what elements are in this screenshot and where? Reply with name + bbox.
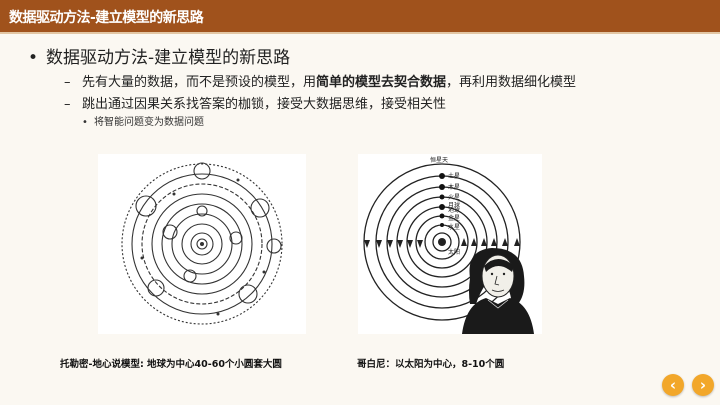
- copernicus-label: 火星: [448, 194, 460, 201]
- bullet-dot-icon: •: [28, 48, 39, 68]
- copernicus-diagram: 恒星天 土星 木星 火星 月球 地球 金星 水星 太阳: [358, 154, 542, 334]
- copernicus-label: 木星: [448, 183, 460, 191]
- copernicus-label: 土星: [448, 172, 460, 180]
- copernicus-label: 恒星天: [430, 156, 448, 164]
- sub1-bold: 简单的模型去契合数据: [316, 75, 447, 90]
- chevron-right-icon: ›: [699, 376, 707, 394]
- ptolemy-caption: 托勒密-地心说模型: 地球为中心40-60个小圆套大圆: [60, 359, 282, 370]
- chevron-left-icon: ‹: [669, 376, 677, 394]
- title-divider: [0, 32, 720, 34]
- copernicus-caption: 哥白尼：以太阳为中心，8-10个圆: [357, 359, 505, 370]
- bullet-level3: • 将智能问题变为数据问题: [82, 113, 204, 128]
- copernicus-portrait-icon: [462, 248, 534, 334]
- geocentric-model-icon: [121, 162, 283, 325]
- sub2-text: 跳出通过因果关系找答案的枷锁，接受大数据思维，接受相关性: [82, 97, 447, 112]
- heliocentric-model-icon: 恒星天 土星 木星 火星 月球 地球 金星 水星 太阳: [363, 156, 534, 334]
- bullet-level2-1: – 先有大量的数据，而不是预设的模型，用简单的模型去契合数据，再利用数据细化模型: [64, 71, 576, 90]
- sub1-suffix: ，再利用数据细化模型: [446, 75, 577, 90]
- bullet-dot-icon: •: [82, 117, 88, 128]
- sub3-text: 将智能问题变为数据问题: [94, 117, 204, 128]
- bullet-level1: • 数据驱动方法-建立模型的新思路: [28, 43, 290, 68]
- dash-icon: –: [64, 97, 71, 112]
- next-slide-button[interactable]: ›: [692, 374, 714, 396]
- bullet1-text: 数据驱动方法-建立模型的新思路: [46, 48, 291, 68]
- copernicus-label: 水星: [448, 223, 460, 231]
- ptolemy-diagram: [98, 154, 306, 334]
- bullet-level2-2: – 跳出通过因果关系找答案的枷锁，接受大数据思维，接受相关性: [64, 93, 446, 112]
- slide-title: 数据驱动方法-建立模型的新思路: [9, 10, 204, 26]
- sun-icon: [438, 238, 446, 246]
- sub1-prefix: 先有大量的数据，而不是预设的模型，用: [82, 75, 317, 90]
- prev-slide-button[interactable]: ‹: [662, 374, 684, 396]
- copernicus-label: 太阳: [448, 248, 460, 256]
- copernicus-label: 金星: [448, 214, 460, 222]
- title-bar: 数据驱动方法-建立模型的新思路: [0, 0, 720, 32]
- copernicus-label: 地球: [448, 206, 460, 214]
- dash-icon: –: [64, 75, 71, 90]
